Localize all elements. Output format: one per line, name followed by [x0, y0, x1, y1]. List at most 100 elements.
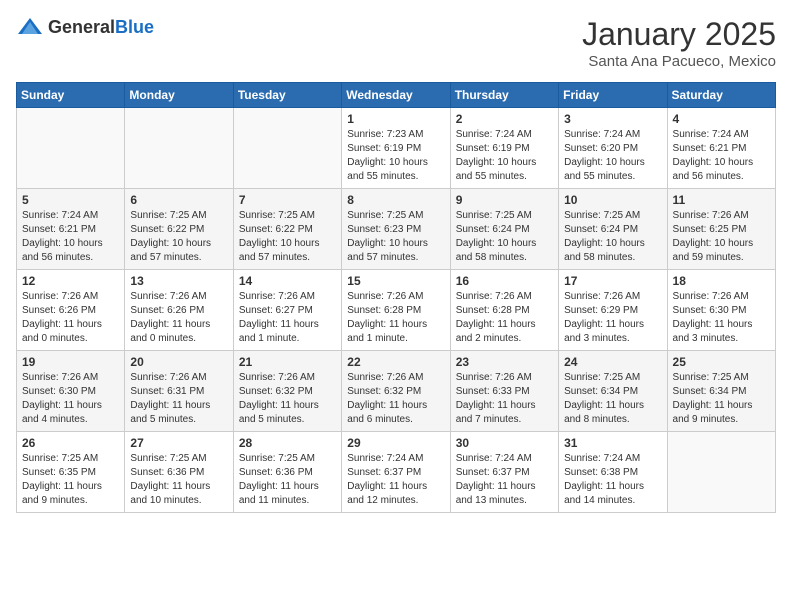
day-info: Sunrise: 7:24 AM Sunset: 6:19 PM Dayligh…	[456, 128, 553, 184]
week-row-5: 26 Sunrise: 7:25 AM Sunset: 6:35 PM Dayli…	[17, 432, 776, 513]
day-number: 4	[673, 112, 770, 126]
day-number: 26	[22, 436, 119, 450]
calendar-cell: 11 Sunrise: 7:26 AM Sunset: 6:25 PM Dayli…	[667, 189, 775, 270]
day-number: 2	[456, 112, 553, 126]
calendar-cell: 12Sunrise: 7:26 AM Sunset: 6:26 PM Dayli…	[17, 270, 125, 351]
week-row-2: 5Sunrise: 7:24 AM Sunset: 6:21 PM Daylig…	[17, 189, 776, 270]
day-info: Sunrise: 7:26 AM Sunset: 6:28 PM Dayligh…	[456, 290, 553, 346]
calendar-cell: 4Sunrise: 7:24 AM Sunset: 6:21 PM Daylig…	[667, 108, 775, 189]
day-info: Sunrise: 7:25 AM Sunset: 6:22 PM Dayligh…	[239, 209, 336, 265]
day-info: Sunrise: 7:26 AM Sunset: 6:31 PM Dayligh…	[130, 371, 227, 427]
calendar-cell: 30 Sunrise: 7:24 AM Sunset: 6:37 PM Dayli…	[450, 432, 558, 513]
calendar-cell: 10 Sunrise: 7:25 AM Sunset: 6:24 PM Dayli…	[559, 189, 667, 270]
calendar-cell: 26 Sunrise: 7:25 AM Sunset: 6:35 PM Dayli…	[17, 432, 125, 513]
day-number: 16	[456, 274, 553, 288]
day-info: Sunrise: 7:26 AM Sunset: 6:26 PM Dayligh…	[130, 290, 227, 346]
calendar-cell: 20Sunrise: 7:26 AM Sunset: 6:31 PM Dayli…	[125, 351, 233, 432]
day-number: 3	[564, 112, 661, 126]
calendar-cell: 7 Sunrise: 7:25 AM Sunset: 6:22 PM Daylig…	[233, 189, 341, 270]
day-info: Sunrise: 7:26 AM Sunset: 6:27 PM Dayligh…	[239, 290, 336, 346]
day-info: Sunrise: 7:26 AM Sunset: 6:32 PM Dayligh…	[347, 371, 444, 427]
week-row-1: 1 Sunrise: 7:23 AM Sunset: 6:19 PM Daylig…	[17, 108, 776, 189]
day-number: 9	[456, 193, 553, 207]
calendar-cell: 1 Sunrise: 7:23 AM Sunset: 6:19 PM Daylig…	[342, 108, 450, 189]
day-info: Sunrise: 7:26 AM Sunset: 6:30 PM Dayligh…	[673, 290, 770, 346]
day-info: Sunrise: 7:25 AM Sunset: 6:36 PM Dayligh…	[130, 452, 227, 508]
day-info: Sunrise: 7:25 AM Sunset: 6:24 PM Dayligh…	[564, 209, 661, 265]
day-number: 17	[564, 274, 661, 288]
day-number: 29	[347, 436, 444, 450]
logo-blue-text: Blue	[115, 17, 154, 37]
weekday-header-friday: Friday	[559, 83, 667, 108]
day-number: 7	[239, 193, 336, 207]
calendar-cell: 6Sunrise: 7:25 AM Sunset: 6:22 PM Daylig…	[125, 189, 233, 270]
day-number: 1	[347, 112, 444, 126]
calendar-cell: 29 Sunrise: 7:24 AM Sunset: 6:37 PM Dayli…	[342, 432, 450, 513]
calendar-cell: 17Sunrise: 7:26 AM Sunset: 6:29 PM Dayli…	[559, 270, 667, 351]
calendar-cell: 24 Sunrise: 7:25 AM Sunset: 6:34 PM Dayli…	[559, 351, 667, 432]
day-number: 14	[239, 274, 336, 288]
day-info: Sunrise: 7:24 AM Sunset: 6:20 PM Dayligh…	[564, 128, 661, 184]
weekday-header-wednesday: Wednesday	[342, 83, 450, 108]
weekday-header-sunday: Sunday	[17, 83, 125, 108]
day-number: 15	[347, 274, 444, 288]
day-info: Sunrise: 7:26 AM Sunset: 6:30 PM Dayligh…	[22, 371, 119, 427]
day-number: 8	[347, 193, 444, 207]
weekday-header-thursday: Thursday	[450, 83, 558, 108]
weekday-header-monday: Monday	[125, 83, 233, 108]
day-number: 19	[22, 355, 119, 369]
day-info: Sunrise: 7:24 AM Sunset: 6:37 PM Dayligh…	[456, 452, 553, 508]
logo-icon	[16, 16, 44, 38]
day-number: 22	[347, 355, 444, 369]
calendar-cell	[667, 432, 775, 513]
day-number: 10	[564, 193, 661, 207]
calendar-cell: 14 Sunrise: 7:26 AM Sunset: 6:27 PM Dayli…	[233, 270, 341, 351]
calendar-table: SundayMondayTuesdayWednesdayThursdayFrid…	[16, 82, 776, 513]
day-number: 11	[673, 193, 770, 207]
calendar-cell: 18 Sunrise: 7:26 AM Sunset: 6:30 PM Dayli…	[667, 270, 775, 351]
calendar-cell: 13 Sunrise: 7:26 AM Sunset: 6:26 PM Dayli…	[125, 270, 233, 351]
day-number: 27	[130, 436, 227, 450]
month-title: January 2025	[582, 16, 776, 53]
day-info: Sunrise: 7:25 AM Sunset: 6:35 PM Dayligh…	[22, 452, 119, 508]
calendar-cell: 5Sunrise: 7:24 AM Sunset: 6:21 PM Daylig…	[17, 189, 125, 270]
day-info: Sunrise: 7:25 AM Sunset: 6:23 PM Dayligh…	[347, 209, 444, 265]
calendar-cell: 31Sunrise: 7:24 AM Sunset: 6:38 PM Dayli…	[559, 432, 667, 513]
calendar-cell	[233, 108, 341, 189]
weekday-header-saturday: Saturday	[667, 83, 775, 108]
day-number: 18	[673, 274, 770, 288]
day-info: Sunrise: 7:25 AM Sunset: 6:34 PM Dayligh…	[673, 371, 770, 427]
page-header: GeneralBlue January 2025 Santa Ana Pacue…	[16, 16, 776, 70]
day-number: 5	[22, 193, 119, 207]
day-number: 21	[239, 355, 336, 369]
day-info: Sunrise: 7:23 AM Sunset: 6:19 PM Dayligh…	[347, 128, 444, 184]
logo-general-text: General	[48, 17, 115, 37]
calendar-cell: 28Sunrise: 7:25 AM Sunset: 6:36 PM Dayli…	[233, 432, 341, 513]
day-info: Sunrise: 7:26 AM Sunset: 6:32 PM Dayligh…	[239, 371, 336, 427]
calendar-cell: 3 Sunrise: 7:24 AM Sunset: 6:20 PM Daylig…	[559, 108, 667, 189]
day-number: 24	[564, 355, 661, 369]
calendar-cell: 27 Sunrise: 7:25 AM Sunset: 6:36 PM Dayli…	[125, 432, 233, 513]
calendar-cell: 2 Sunrise: 7:24 AM Sunset: 6:19 PM Daylig…	[450, 108, 558, 189]
day-number: 13	[130, 274, 227, 288]
day-number: 12	[22, 274, 119, 288]
day-info: Sunrise: 7:25 AM Sunset: 6:34 PM Dayligh…	[564, 371, 661, 427]
day-info: Sunrise: 7:26 AM Sunset: 6:28 PM Dayligh…	[347, 290, 444, 346]
day-info: Sunrise: 7:24 AM Sunset: 6:37 PM Dayligh…	[347, 452, 444, 508]
day-info: Sunrise: 7:26 AM Sunset: 6:25 PM Dayligh…	[673, 209, 770, 265]
day-number: 6	[130, 193, 227, 207]
calendar-cell	[125, 108, 233, 189]
logo: GeneralBlue	[16, 16, 154, 38]
day-number: 30	[456, 436, 553, 450]
weekday-header-tuesday: Tuesday	[233, 83, 341, 108]
day-number: 25	[673, 355, 770, 369]
title-block: January 2025 Santa Ana Pacueco, Mexico	[582, 16, 776, 70]
weekday-header-row: SundayMondayTuesdayWednesdayThursdayFrid…	[17, 83, 776, 108]
calendar-cell: 23Sunrise: 7:26 AM Sunset: 6:33 PM Dayli…	[450, 351, 558, 432]
day-number: 23	[456, 355, 553, 369]
day-number: 31	[564, 436, 661, 450]
calendar-cell: 8 Sunrise: 7:25 AM Sunset: 6:23 PM Daylig…	[342, 189, 450, 270]
calendar-cell: 25 Sunrise: 7:25 AM Sunset: 6:34 PM Dayli…	[667, 351, 775, 432]
calendar-cell: 19 Sunrise: 7:26 AM Sunset: 6:30 PM Dayli…	[17, 351, 125, 432]
week-row-3: 12 Sunrise: 7:26 AM Sunset: 6:26 PM Dayli…	[17, 270, 776, 351]
